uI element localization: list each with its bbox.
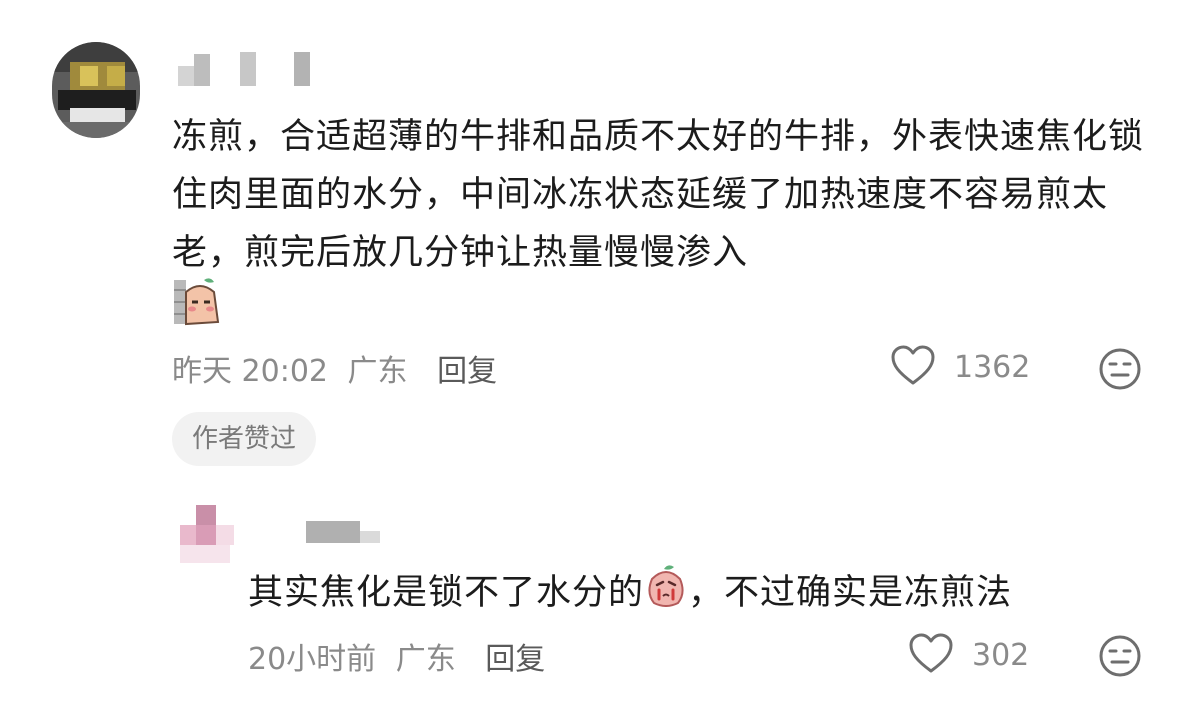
peeking-peach-sticker-icon	[174, 276, 222, 326]
reply-text-after: ，不过确实是冻煎法	[688, 573, 1013, 613]
reply-like-count: 302	[972, 637, 1030, 673]
avatar[interactable]	[52, 42, 140, 138]
like-group: 1362	[890, 344, 1030, 390]
reply-meta: 20小时前 广东 回复	[248, 634, 555, 678]
comment-meta: 昨天 20:02 广东 回复	[172, 346, 507, 390]
reply-reply-button[interactable]: 回复	[485, 642, 545, 677]
reply-time: 20小时前	[248, 642, 377, 677]
reply-text-before: 其实焦化是锁不了水分的	[248, 573, 645, 613]
username-blurred[interactable]	[178, 52, 313, 88]
author-liked-label: 作者赞过	[192, 424, 297, 454]
reply-avatar[interactable]	[174, 505, 236, 563]
author-liked-badge: 作者赞过	[172, 412, 317, 466]
like-count: 1362	[954, 349, 1031, 385]
heart-icon[interactable]	[890, 344, 936, 390]
crying-peach-emoji-icon	[644, 563, 688, 625]
reply-button[interactable]: 回复	[437, 354, 497, 389]
comment-location: 广东	[347, 354, 408, 389]
comment-body: 冻煎，合适超薄的牛排和品质不太好的牛排，外表快速焦化锁住肉里面的水分，中间冰冻状…	[172, 108, 1152, 282]
reply-like-group: 302	[908, 632, 1029, 678]
comment-text: 冻煎，合适超薄的牛排和品质不太好的牛排，外表快速焦化锁住肉里面的水分，中间冰冻状…	[172, 117, 1145, 273]
comment-time: 昨天 20:02	[172, 354, 328, 389]
reply-body: 其实焦化是锁不了水分的 ，不过确实是冻煎法	[248, 563, 1168, 625]
reply-dislike-face-icon[interactable]	[1098, 634, 1142, 678]
dislike-face-icon[interactable]	[1098, 347, 1142, 391]
heart-icon[interactable]	[908, 632, 954, 678]
reply-username-blurred[interactable]	[306, 521, 380, 547]
reply-location: 广东	[395, 642, 456, 677]
